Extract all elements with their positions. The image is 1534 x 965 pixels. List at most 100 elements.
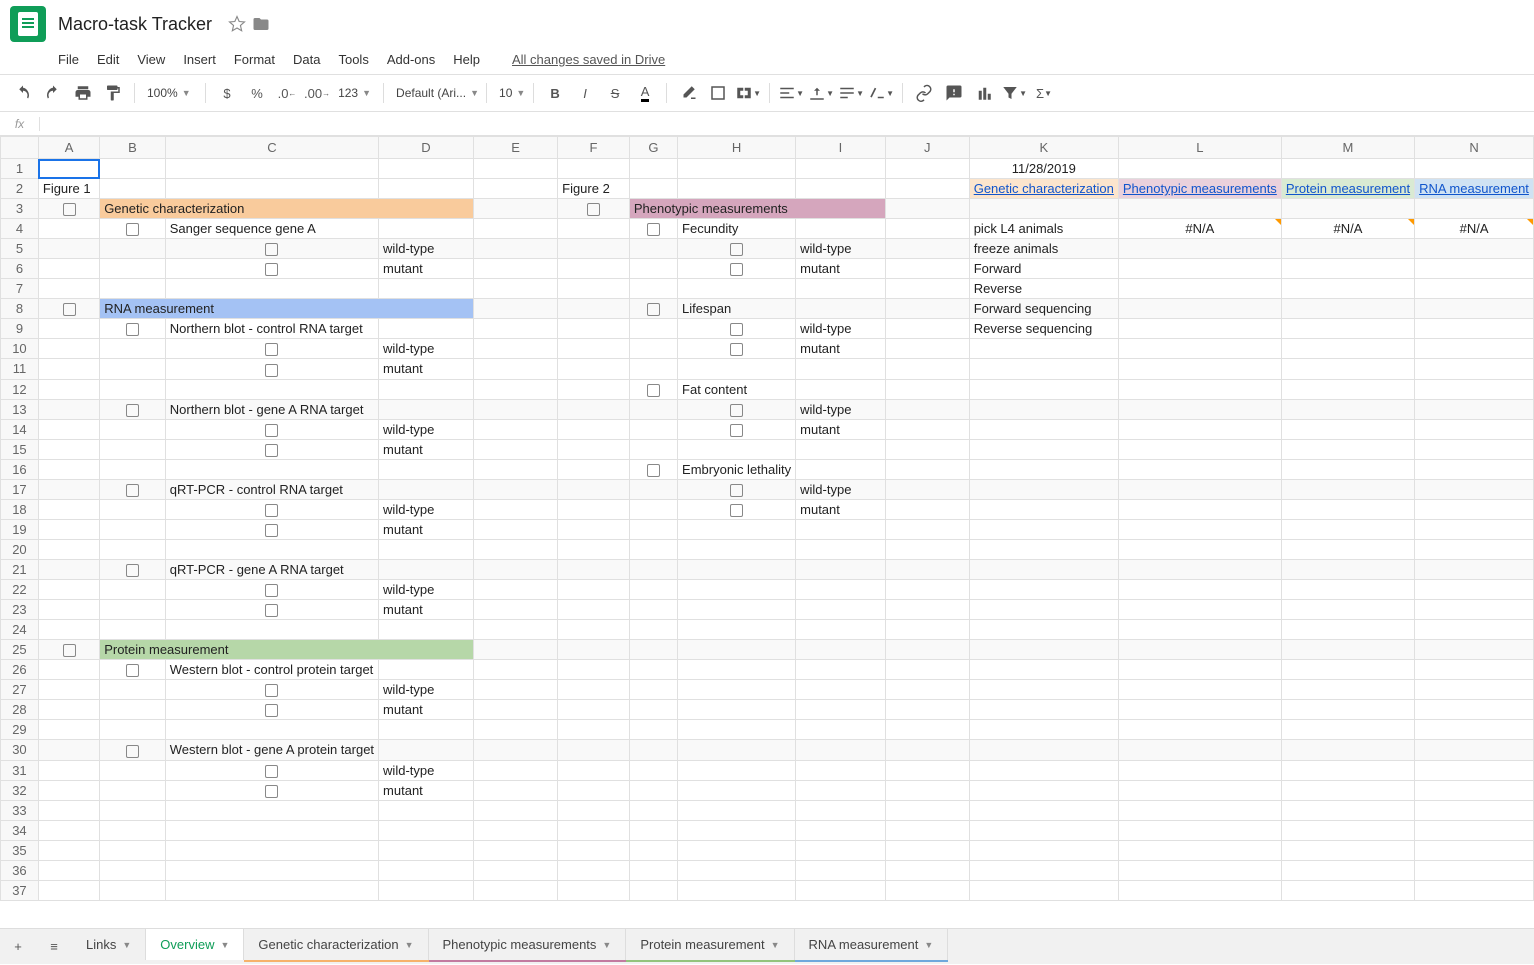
cell-J1[interactable] <box>885 159 969 179</box>
cell-F21[interactable] <box>558 560 630 580</box>
cell-N29[interactable] <box>1415 720 1534 740</box>
cell-L3[interactable] <box>1118 199 1281 219</box>
checkbox[interactable] <box>63 644 76 657</box>
cell-M13[interactable] <box>1281 399 1414 419</box>
cell-H8[interactable]: Lifespan <box>678 299 796 319</box>
cell-C27[interactable] <box>165 680 378 700</box>
cell-I1[interactable] <box>796 159 886 179</box>
cell-N37[interactable] <box>1415 880 1534 900</box>
cell-I23[interactable] <box>796 600 886 620</box>
cell-L29[interactable] <box>1118 720 1281 740</box>
cell-K35[interactable] <box>969 840 1118 860</box>
sheet-tab-protein-measurement[interactable]: Protein measurement▼ <box>626 929 794 960</box>
cell-B27[interactable] <box>100 680 166 700</box>
cell-G21[interactable] <box>629 560 677 580</box>
cell-J26[interactable] <box>885 660 969 680</box>
cell-I12[interactable] <box>796 379 886 399</box>
cell-M37[interactable] <box>1281 880 1414 900</box>
col-header-A[interactable]: A <box>38 137 99 159</box>
row-header-19[interactable]: 19 <box>1 519 39 539</box>
spreadsheet-grid[interactable]: ABCDEFGHIJKLMN111/28/20192Figure 1Figure… <box>0 136 1534 901</box>
row-header-13[interactable]: 13 <box>1 399 39 419</box>
cell-H13[interactable] <box>678 399 796 419</box>
chevron-down-icon[interactable]: ▼ <box>771 940 780 950</box>
cell-J30[interactable] <box>885 740 969 760</box>
cell-G25[interactable] <box>629 640 677 660</box>
cell-I7[interactable] <box>796 279 886 299</box>
cell-K5[interactable]: freeze animals <box>969 239 1118 259</box>
cell-D17[interactable] <box>379 479 474 499</box>
cell-J31[interactable] <box>885 760 969 780</box>
cell-C26[interactable]: Western blot - control protein target <box>165 660 378 680</box>
row-header-34[interactable]: 34 <box>1 820 39 840</box>
cell-K17[interactable] <box>969 479 1118 499</box>
cell-B37[interactable] <box>100 880 166 900</box>
cell-K22[interactable] <box>969 580 1118 600</box>
cell-L35[interactable] <box>1118 840 1281 860</box>
cell-D7[interactable] <box>379 279 474 299</box>
cell-H36[interactable] <box>678 860 796 880</box>
cell-H5[interactable] <box>678 239 796 259</box>
col-header-K[interactable]: K <box>969 137 1118 159</box>
cell-N20[interactable] <box>1415 540 1534 560</box>
checkbox[interactable] <box>265 524 278 537</box>
cell-F14[interactable] <box>558 419 630 439</box>
cell-L6[interactable] <box>1118 259 1281 279</box>
cell-K34[interactable] <box>969 820 1118 840</box>
cell-J7[interactable] <box>885 279 969 299</box>
cell-F31[interactable] <box>558 760 630 780</box>
cell-N2[interactable]: RNA measurement <box>1415 179 1534 199</box>
cell-K11[interactable] <box>969 359 1118 379</box>
cell-F16[interactable] <box>558 459 630 479</box>
cell-B9[interactable] <box>100 319 166 339</box>
inc-decimal-button[interactable]: .00→ <box>304 80 330 106</box>
cell-M32[interactable] <box>1281 780 1414 800</box>
checkbox[interactable] <box>265 263 278 276</box>
cell-K36[interactable] <box>969 860 1118 880</box>
cell-K33[interactable] <box>969 800 1118 820</box>
cell-A23[interactable] <box>38 600 99 620</box>
cell-G36[interactable] <box>629 860 677 880</box>
cell-C24[interactable] <box>165 620 378 640</box>
cell-K6[interactable]: Forward <box>969 259 1118 279</box>
cell-A16[interactable] <box>38 459 99 479</box>
cell-D20[interactable] <box>379 540 474 560</box>
cell-J20[interactable] <box>885 540 969 560</box>
cell-N32[interactable] <box>1415 780 1534 800</box>
cell-H15[interactable] <box>678 439 796 459</box>
cell-K9[interactable]: Reverse sequencing <box>969 319 1118 339</box>
cell-D34[interactable] <box>379 820 474 840</box>
cell-G35[interactable] <box>629 840 677 860</box>
cell-J22[interactable] <box>885 580 969 600</box>
checkbox[interactable] <box>647 303 660 316</box>
cell-A13[interactable] <box>38 399 99 419</box>
checkbox[interactable] <box>265 504 278 517</box>
cell-N31[interactable] <box>1415 760 1534 780</box>
cell-J29[interactable] <box>885 720 969 740</box>
cell-K8[interactable]: Forward sequencing <box>969 299 1118 319</box>
cell-M26[interactable] <box>1281 660 1414 680</box>
cell-G1[interactable] <box>629 159 677 179</box>
cell-E12[interactable] <box>473 379 557 399</box>
cell-M9[interactable] <box>1281 319 1414 339</box>
cell-C10[interactable] <box>165 339 378 359</box>
checkbox[interactable] <box>265 343 278 356</box>
cell-A24[interactable] <box>38 620 99 640</box>
cell-E36[interactable] <box>473 860 557 880</box>
cell-E30[interactable] <box>473 740 557 760</box>
cell-L5[interactable] <box>1118 239 1281 259</box>
checkbox[interactable] <box>647 223 660 236</box>
checkbox[interactable] <box>730 323 743 336</box>
cell-A8[interactable] <box>38 299 99 319</box>
cell-D14[interactable]: wild-type <box>379 419 474 439</box>
cell-B8[interactable]: RNA measurement <box>100 299 474 319</box>
cell-L16[interactable] <box>1118 459 1281 479</box>
cell-J6[interactable] <box>885 259 969 279</box>
cell-H10[interactable] <box>678 339 796 359</box>
cell-D35[interactable] <box>379 840 474 860</box>
cell-B23[interactable] <box>100 600 166 620</box>
cell-F26[interactable] <box>558 660 630 680</box>
cell-N36[interactable] <box>1415 860 1534 880</box>
cell-D11[interactable]: mutant <box>379 359 474 379</box>
cell-H6[interactable] <box>678 259 796 279</box>
